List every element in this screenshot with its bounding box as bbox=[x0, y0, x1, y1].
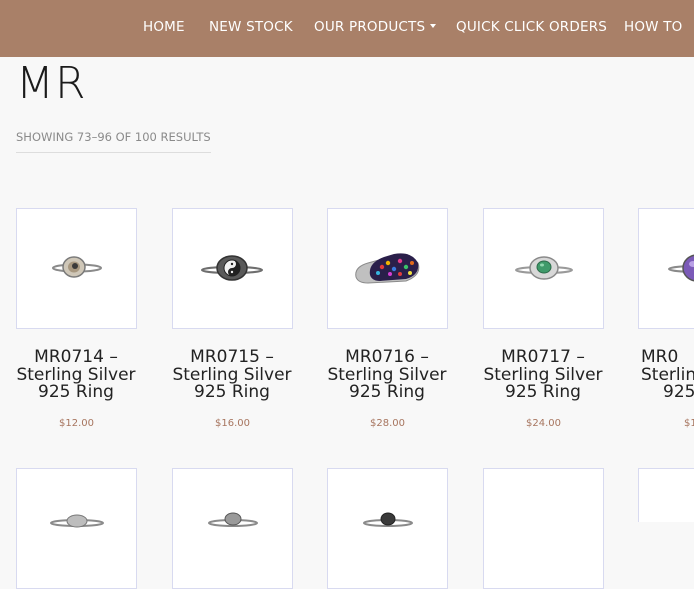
product-image[interactable] bbox=[327, 208, 448, 329]
product-card: MR0715 – Sterling Silver 925 Ring $16.00 bbox=[172, 208, 293, 429]
product-title-line: 925 Ring bbox=[349, 382, 425, 402]
product-image[interactable] bbox=[172, 208, 293, 329]
product-card-clip: MR0 Sterlin 925 $1 bbox=[638, 208, 694, 448]
product-card: MR0717 – Sterling Silver 925 Ring $24.00 bbox=[483, 208, 604, 429]
product-title-line: MR0715 – bbox=[190, 347, 274, 367]
product-grid: MR0714 – Sterling Silver 925 Ring $12.00… bbox=[0, 0, 694, 589]
product-title-line: MR0716 – bbox=[345, 347, 429, 367]
product-title-line: 925 Ring bbox=[505, 382, 581, 402]
product-card bbox=[16, 468, 137, 589]
product-price: $28.00 bbox=[370, 417, 405, 429]
ring-icon bbox=[208, 512, 258, 527]
product-image[interactable] bbox=[16, 208, 137, 329]
product-title[interactable]: MR0716 – Sterling Silver 925 Ring bbox=[317, 347, 457, 402]
yin-yang-ring-icon bbox=[201, 255, 263, 281]
shell-eye-ring-icon bbox=[52, 256, 102, 278]
product-title[interactable]: MR0717 – Sterling Silver 925 Ring bbox=[473, 347, 613, 402]
product-title[interactable]: MR0714 – Sterling Silver 925 Ring bbox=[6, 347, 146, 402]
product-card: MR0716 – Sterling Silver 925 Ring $28.00 bbox=[327, 208, 448, 429]
product-card bbox=[172, 468, 293, 589]
product-title-line: MR0 bbox=[641, 347, 679, 367]
product-title-line: 925 bbox=[663, 382, 694, 402]
product-price: $16.00 bbox=[215, 417, 250, 429]
product-title-line: 925 Ring bbox=[38, 382, 114, 402]
ring-icon bbox=[50, 514, 104, 528]
product-image[interactable] bbox=[327, 468, 448, 589]
product-title-line: MR0717 – bbox=[501, 347, 585, 367]
product-image[interactable] bbox=[483, 208, 604, 329]
product-card: MR0714 – Sterling Silver 925 Ring $12.00 bbox=[16, 208, 137, 429]
product-title[interactable]: MR0 Sterlin 925 bbox=[641, 347, 694, 402]
product-card-clip bbox=[638, 468, 694, 522]
product-card bbox=[638, 468, 694, 522]
product-price: $12.00 bbox=[59, 417, 94, 429]
product-card bbox=[483, 468, 604, 589]
product-image[interactable] bbox=[16, 468, 137, 589]
purple-stone-ring-icon bbox=[668, 254, 694, 282]
multicolor-stone-ring-icon bbox=[355, 253, 420, 284]
product-title-line: 925 Ring bbox=[194, 382, 270, 402]
green-stone-ring-icon bbox=[515, 256, 573, 280]
product-card: MR0 Sterlin 925 $1 bbox=[638, 208, 694, 429]
product-image[interactable] bbox=[638, 208, 694, 329]
product-image[interactable] bbox=[483, 468, 604, 589]
product-title[interactable]: MR0715 – Sterling Silver 925 Ring bbox=[162, 347, 302, 402]
product-image[interactable] bbox=[172, 468, 293, 589]
product-image[interactable] bbox=[638, 468, 694, 522]
ring-icon bbox=[363, 512, 413, 527]
product-title-line: MR0714 – bbox=[34, 347, 118, 367]
product-price: $1 bbox=[684, 417, 694, 429]
product-price: $24.00 bbox=[526, 417, 561, 429]
product-card bbox=[327, 468, 448, 589]
